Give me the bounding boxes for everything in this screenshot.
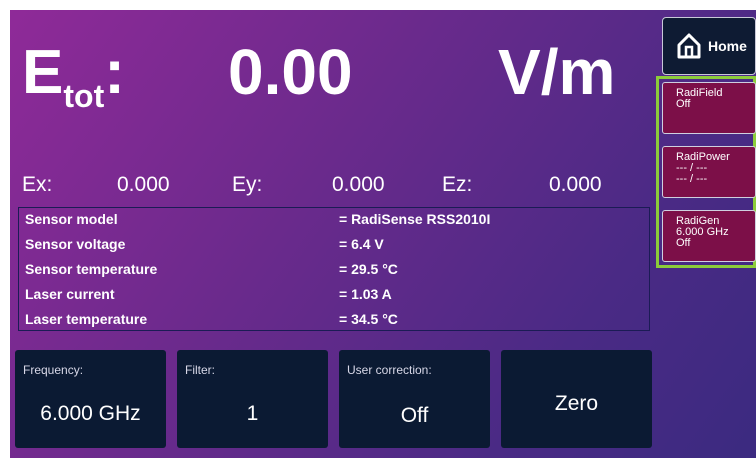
- user-correction-caption: User correction:: [347, 363, 432, 377]
- info-row: Sensor model = RadiSense RSS2010I: [19, 208, 649, 230]
- zero-button[interactable]: Zero: [501, 350, 652, 448]
- info-row: Laser current = 1.03 A: [19, 283, 649, 305]
- main-screen: Etot: 0.00 V/m Ex: 0.000 Ey: 0.000 Ez: 0…: [10, 10, 756, 458]
- etot-label: Etot:: [22, 42, 125, 113]
- radifield-button[interactable]: RadiField Off: [662, 82, 756, 134]
- home-button[interactable]: Home: [662, 17, 756, 75]
- ey-label: Ey:: [232, 173, 263, 196]
- etot-unit: V/m: [498, 36, 616, 108]
- info-key: Sensor model: [25, 211, 118, 227]
- ez-label: Ez:: [442, 173, 473, 196]
- radigen-button[interactable]: RadiGen 6.000 GHz Off: [662, 210, 756, 262]
- info-key: Laser current: [25, 286, 115, 302]
- ex-label: Ex:: [22, 173, 53, 196]
- etot-label-colon: :: [104, 38, 125, 107]
- filter-value: 1: [246, 402, 259, 425]
- home-icon: [677, 33, 701, 59]
- etot-value: 0.00: [228, 36, 353, 108]
- user-correction-button[interactable]: User correction: Off: [339, 350, 490, 448]
- info-value: = RadiSense RSS2010I: [339, 211, 491, 227]
- radifield-status: Off: [676, 98, 691, 110]
- info-value: = 1.03 A: [339, 286, 392, 302]
- radipower-button[interactable]: RadiPower --- / --- --- / ---: [662, 146, 756, 198]
- frequency-value: 6.000 GHz: [40, 402, 141, 425]
- filter-button[interactable]: Filter: 1: [177, 350, 328, 448]
- info-key: Laser temperature: [25, 311, 148, 327]
- zero-label: Zero: [554, 392, 599, 415]
- info-value: = 6.4 V: [339, 236, 384, 252]
- info-key: Sensor voltage: [25, 236, 126, 252]
- info-row: Sensor voltage = 6.4 V: [19, 233, 649, 255]
- radipower-reading-2: --- / ---: [676, 173, 708, 185]
- home-label: Home: [708, 38, 747, 54]
- etot-label-main: E: [22, 38, 64, 107]
- ey-value: 0.000: [332, 173, 385, 196]
- ex-value: 0.000: [117, 173, 170, 196]
- user-correction-value: Off: [400, 404, 429, 427]
- frequency-caption: Frequency:: [23, 363, 84, 377]
- sensor-info-table: Sensor model = RadiSense RSS2010I Sensor…: [18, 207, 650, 331]
- frequency-button[interactable]: Frequency: 6.000 GHz: [15, 350, 166, 448]
- info-key: Sensor temperature: [25, 261, 158, 277]
- info-value: = 34.5 °C: [339, 311, 398, 327]
- filter-caption: Filter:: [185, 363, 215, 377]
- info-row: Sensor temperature = 29.5 °C: [19, 258, 649, 280]
- radigen-status: Off: [676, 237, 691, 249]
- info-value: = 29.5 °C: [339, 261, 398, 277]
- ez-value: 0.000: [549, 173, 602, 196]
- info-row: Laser temperature = 34.5 °C: [19, 308, 649, 330]
- etot-label-sub: tot: [63, 78, 105, 114]
